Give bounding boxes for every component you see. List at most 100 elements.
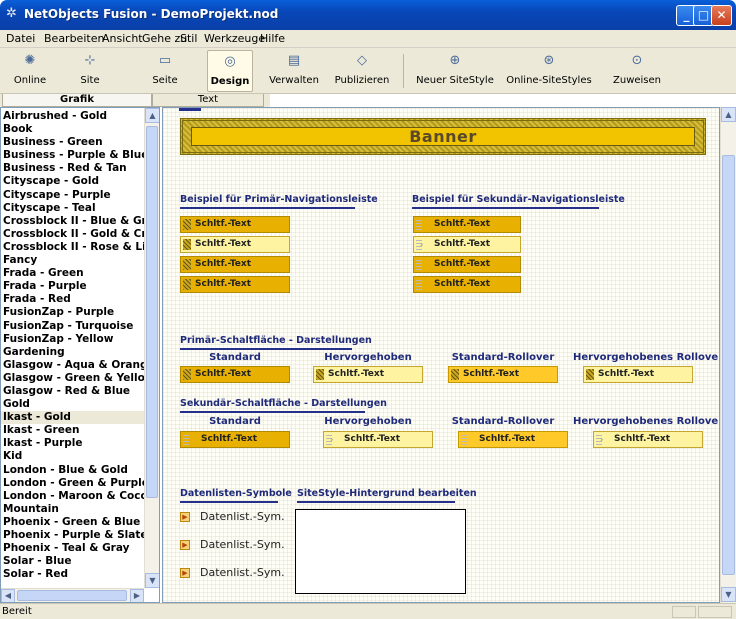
- sitestyle-list-item[interactable]: Frada - Purple: [1, 280, 144, 293]
- sitestyle-list-item[interactable]: Phoenix - Purple & Slate: [1, 529, 144, 542]
- sitestyle-list-item[interactable]: Kid: [1, 450, 144, 463]
- sitestyle-list-item[interactable]: Glasgow - Aqua & Orange: [1, 359, 144, 372]
- sitestyle-list-item[interactable]: Solar - Red: [1, 568, 144, 581]
- secondary-button-hervorgehoben[interactable]: › Schltf.-Text: [323, 431, 433, 448]
- sitestyle-list-item[interactable]: Solar - Blue: [1, 555, 144, 568]
- datalist-symbol-row[interactable]: ▶ Datenlist.-Sym.: [180, 538, 285, 551]
- zuweisen-button[interactable]: ⊙ Zuweisen: [608, 50, 666, 92]
- sitestyle-list-item[interactable]: Cityscape - Teal: [1, 202, 144, 215]
- scroll-thumb[interactable]: [146, 126, 158, 498]
- sitestyle-list-item[interactable]: FusionZap - Purple: [1, 306, 144, 319]
- secondary-nav-button[interactable]: Schltf.-Text: [413, 216, 521, 233]
- primary-button-standard-rollover[interactable]: Schltf.-Text: [448, 366, 558, 383]
- sitestyle-list-item[interactable]: Crossblock II - Blue & Gree: [1, 215, 144, 228]
- sitestyle-list-item[interactable]: Gardening: [1, 346, 144, 359]
- sitestyle-list-item[interactable]: Cityscape - Gold: [1, 175, 144, 188]
- sitestyle-list-item[interactable]: London - Blue & Gold: [1, 464, 144, 477]
- scroll-up-icon[interactable]: ▲: [721, 107, 736, 122]
- online-sitestyles-button[interactable]: ⊛ Online-SiteStyles: [500, 50, 598, 92]
- scroll-down-icon[interactable]: ▼: [721, 587, 736, 602]
- sitestyle-list-item[interactable]: Phoenix - Teal & Gray: [1, 542, 144, 555]
- state-label-standard: Standard: [209, 352, 261, 363]
- button-label: Schltf.-Text: [598, 369, 655, 379]
- list-horizontal-scrollbar[interactable]: ◀ ▶: [1, 588, 144, 602]
- secondary-nav-button[interactable]: Schltf.-Text: [413, 256, 521, 273]
- sitestyle-list-item[interactable]: Business - Purple & Blue: [1, 149, 144, 162]
- scroll-thumb-horizontal[interactable]: [17, 590, 127, 601]
- online-sitestyles-label: Online-SiteStyles: [506, 75, 592, 86]
- button-label: Schltf.-Text: [195, 239, 252, 249]
- preview-vertical-scrollbar[interactable]: ▲ ▼: [720, 107, 736, 603]
- sitestyle-list-item[interactable]: Ikast - Green: [1, 424, 144, 437]
- tab-grafik[interactable]: Grafik: [2, 94, 152, 107]
- sitestyle-list-item[interactable]: Ikast - Gold: [1, 411, 144, 425]
- list-vertical-scrollbar[interactable]: ▲ ▼: [144, 108, 159, 588]
- menu-werkzeuge[interactable]: Werkzeuge: [204, 32, 265, 45]
- scroll-right-icon[interactable]: ▶: [130, 589, 144, 602]
- secondary-nav-button[interactable]: Schltf.-Text: [413, 276, 521, 293]
- menu-hilfe[interactable]: Hilfe: [260, 32, 285, 45]
- secondary-nav-button[interactable]: › Schltf.-Text: [413, 236, 521, 253]
- sitestyle-list-item[interactable]: Frada - Green: [1, 267, 144, 280]
- design-button[interactable]: ◎ Design: [207, 50, 253, 92]
- manage-icon: ▤: [287, 53, 301, 68]
- scroll-left-icon[interactable]: ◀: [1, 589, 15, 602]
- scroll-down-icon[interactable]: ▼: [145, 573, 159, 588]
- button-dots-icon: [416, 219, 422, 230]
- sitestyle-list-item[interactable]: FusionZap - Yellow: [1, 333, 144, 346]
- scroll-up-icon[interactable]: ▲: [145, 108, 159, 123]
- verwalten-button[interactable]: ▤ Verwalten: [268, 50, 320, 92]
- sitestyle-list-item[interactable]: Fancy: [1, 254, 144, 267]
- close-button[interactable]: ✕: [711, 5, 732, 26]
- button-label: Schltf.-Text: [463, 369, 520, 379]
- secondary-button-hervorgehobenes-rollover[interactable]: › Schltf.-Text: [593, 431, 703, 448]
- background-preview-box[interactable]: [295, 509, 466, 594]
- secondary-button-heading: Sekundär-Schaltfläche - Darstellungen: [180, 398, 387, 409]
- sitestyle-list-item[interactable]: Gold: [1, 398, 144, 411]
- sitestyle-list-item[interactable]: Business - Green: [1, 136, 144, 149]
- publizieren-button[interactable]: ◇ Publizieren: [330, 50, 394, 92]
- menu-bearbeiten[interactable]: Bearbeiten: [44, 32, 104, 45]
- primary-button-standard[interactable]: Schltf.-Text: [180, 366, 290, 383]
- sitestyle-list-item[interactable]: Crossblock II - Rose & Lila: [1, 241, 144, 254]
- seite-button[interactable]: ▭ Seite: [145, 50, 185, 92]
- status-panel: [698, 606, 732, 618]
- primary-nav-button[interactable]: Schltf.-Text: [180, 256, 290, 273]
- publizieren-label: Publizieren: [334, 75, 390, 86]
- primary-nav-button[interactable]: Schltf.-Text: [180, 216, 290, 233]
- online-button[interactable]: ✺ Online: [10, 50, 50, 92]
- primary-nav-button[interactable]: Schltf.-Text: [180, 236, 290, 253]
- datalist-symbol-row[interactable]: ▶ Datenlist.-Sym.: [180, 566, 285, 579]
- sitestyle-list[interactable]: Airbrushed - Gold Book Business - Green Bus…: [1, 110, 144, 581]
- datalist-symbol-row[interactable]: ▶ Datenlist.-Sym.: [180, 510, 285, 523]
- secondary-button-standard-rollover[interactable]: Schltf.-Text: [458, 431, 568, 448]
- banner-preview[interactable]: Banner: [180, 118, 706, 155]
- menu-datei[interactable]: Datei: [6, 32, 35, 45]
- menu-stil[interactable]: Stil: [180, 32, 197, 45]
- sitestyle-list-item[interactable]: Book: [1, 123, 144, 136]
- sitestyle-list-item[interactable]: Ikast - Purple: [1, 437, 144, 450]
- sitestyle-list-item[interactable]: Airbrushed - Gold: [1, 110, 144, 123]
- neuer-sitestyle-button[interactable]: ⊕ Neuer SiteStyle: [412, 50, 498, 92]
- site-button[interactable]: ⊹ Site: [70, 50, 110, 92]
- sitestyle-list-item[interactable]: Phoenix - Green & Blue: [1, 516, 144, 529]
- heading-underline: [297, 501, 455, 503]
- menu-ansicht[interactable]: Ansicht: [102, 32, 143, 45]
- sitestyle-list-item[interactable]: London - Maroon & Cocoa: [1, 490, 144, 503]
- primary-button-hervorgehoben[interactable]: Schltf.-Text: [313, 366, 423, 383]
- sitestyle-list-item[interactable]: Mountain: [1, 503, 144, 516]
- sitestyle-list-item[interactable]: Cityscape - Purple: [1, 189, 144, 202]
- scroll-thumb[interactable]: [722, 155, 735, 575]
- sitestyle-list-item[interactable]: Business - Red & Tan: [1, 162, 144, 175]
- secondary-button-standard[interactable]: Schltf.-Text: [180, 431, 290, 448]
- sitestyle-list-item[interactable]: Glasgow - Red & Blue: [1, 385, 144, 398]
- state-label-standard-rollover: Standard-Rollover: [451, 416, 555, 427]
- sitestyle-list-item[interactable]: Glasgow - Green & Yellow: [1, 372, 144, 385]
- primary-button-hervorgehobenes-rollover[interactable]: Schltf.-Text: [583, 366, 693, 383]
- primary-nav-button[interactable]: Schltf.-Text: [180, 276, 290, 293]
- sitestyle-list-item[interactable]: London - Green & Purple: [1, 477, 144, 490]
- sitestyle-list-item[interactable]: Frada - Red: [1, 293, 144, 306]
- tab-text[interactable]: Text: [152, 94, 264, 107]
- sitestyle-list-item[interactable]: Crossblock II - Gold & Crim: [1, 228, 144, 241]
- sitestyle-list-item[interactable]: FusionZap - Turquoise: [1, 320, 144, 333]
